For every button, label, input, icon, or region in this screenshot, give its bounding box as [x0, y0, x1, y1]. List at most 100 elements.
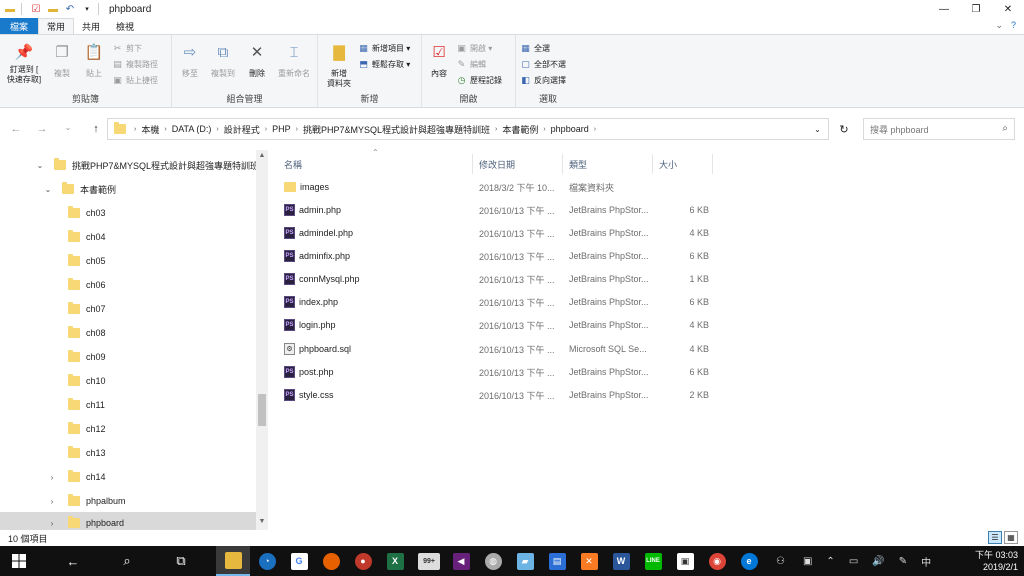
tree-item-ch13[interactable]: ch13 [50, 442, 106, 464]
maximize-button[interactable]: ❐ [960, 0, 992, 18]
tree-item-ch10[interactable]: ch10 [50, 370, 106, 392]
collapse-ribbon-icon[interactable]: ⌄ [995, 20, 1003, 31]
tree-item-ch09[interactable]: ch09 [50, 346, 106, 368]
tab-file[interactable]: 檔案 [0, 18, 39, 34]
tab-home[interactable]: 常用 [38, 18, 75, 34]
breadcrumb-this-pc[interactable]: 本機 [141, 123, 159, 136]
move-to-button[interactable]: ⇨ 移至 [176, 43, 204, 79]
column-divider[interactable] [562, 154, 563, 174]
copy-to-button[interactable]: ⧉ 複製到 [206, 43, 240, 79]
volume-icon[interactable]: 🔊 [872, 556, 884, 567]
scroll-up-icon[interactable]: ▲ [256, 152, 268, 159]
column-divider[interactable] [712, 154, 713, 174]
pin-quick-access-button[interactable]: 📌 釘選到 [ 快速存取] [4, 43, 44, 85]
tree-item-phpboard[interactable]: › phpboard [0, 512, 256, 530]
back-arrow-icon[interactable]: ← [8, 123, 24, 135]
back-arrow-icon[interactable]: ← [56, 546, 90, 576]
network-app-icon[interactable]: ◍ [476, 546, 510, 576]
chrome-icon[interactable]: ◉ [700, 546, 734, 576]
edge-icon[interactable]: e [732, 546, 766, 576]
tree-item-phpalbum[interactable]: › phpalbum [46, 490, 126, 512]
file-row[interactable]: PS login.php 2016/10/13 下午 ... JetBrains… [276, 314, 716, 336]
paste-shortcut-button[interactable]: ▣ 貼上捷徑 [112, 73, 158, 87]
tab-share[interactable]: 共用 [74, 18, 108, 34]
select-none-button[interactable]: ▢ 全部不選 [520, 57, 566, 71]
column-header-type[interactable]: 類型 [569, 154, 587, 174]
forward-arrow-icon[interactable]: → [34, 123, 50, 135]
breadcrumb-drive[interactable]: DATA (D:) [172, 124, 212, 134]
recent-locations-icon[interactable]: ⌄ [60, 123, 76, 132]
column-divider[interactable] [472, 154, 473, 174]
file-row[interactable]: PS style.css 2016/10/13 下午 ... JetBrains… [276, 384, 716, 406]
file-row[interactable]: ⚙ phpboard.sql 2016/10/13 下午 ... Microso… [276, 338, 716, 360]
easy-access-button[interactable]: ⬒ 輕鬆存取 ▾ [358, 57, 410, 71]
paste-button[interactable]: 📋 貼上 [80, 43, 108, 79]
clock[interactable]: 下午 03:03 2019/2/1 [975, 549, 1018, 573]
tree-item-ch04[interactable]: ch04 [50, 226, 106, 248]
file-row[interactable]: PS post.php 2016/10/13 下午 ... JetBrains … [276, 361, 716, 383]
chevron-right-icon[interactable]: › [46, 519, 58, 528]
details-view-icon[interactable]: ☰ [988, 531, 1002, 544]
search-icon[interactable]: ⌕ [110, 546, 144, 576]
chevron-up-icon[interactable]: ⌃ [826, 556, 834, 567]
edit-button[interactable]: ✎ 編輯 [456, 57, 486, 71]
address-dropdown-icon[interactable]: ⌄ [807, 118, 829, 140]
up-arrow-icon[interactable]: ↑ [88, 123, 104, 135]
refresh-icon[interactable]: ↻ [833, 118, 855, 140]
network-icon[interactable]: ▭ [849, 556, 858, 567]
customize-toolbar-icon[interactable]: ▾ [80, 2, 94, 16]
file-explorer-icon[interactable] [216, 546, 250, 576]
breadcrumb-examples[interactable]: 本書範例 [502, 123, 538, 136]
new-folder-quick-icon[interactable]: ▬ [46, 2, 60, 16]
app-icon[interactable]: ◔ [250, 546, 284, 576]
column-header-name[interactable]: 名稱 [284, 154, 302, 174]
tree-item-ch05[interactable]: ch05 [50, 250, 106, 272]
delete-button[interactable]: ✕ 刪除 [244, 43, 270, 79]
paint-icon[interactable]: ● [346, 546, 380, 576]
invert-selection-button[interactable]: ◧ 反向選擇 [520, 73, 566, 87]
xampp-icon[interactable]: ✕ [572, 546, 606, 576]
column-divider[interactable] [652, 154, 653, 174]
copy-button[interactable]: ❐ 複製 [48, 43, 76, 79]
tree-item-ch03[interactable]: ch03 [50, 202, 106, 224]
scroll-down-icon[interactable]: ▼ [256, 518, 268, 525]
firefox-icon[interactable] [314, 546, 348, 576]
cut-button[interactable]: ✂ 剪下 [112, 41, 142, 55]
tray-app-icon[interactable]: ▣ [803, 556, 812, 567]
close-button[interactable]: ✕ [992, 0, 1024, 18]
file-row[interactable]: PS connMysql.php 2016/10/13 下午 ... JetBr… [276, 268, 716, 290]
tree-item-ch08[interactable]: ch08 [50, 322, 106, 344]
visual-studio-icon[interactable]: ◀ [444, 546, 478, 576]
tree-item-ch11[interactable]: ch11 [50, 394, 105, 416]
new-item-button[interactable]: ▦ 新增項目 ▾ [358, 41, 410, 55]
search-input[interactable]: 搜尋 phpboard ⌕ [863, 118, 1015, 140]
tree-item-ch06[interactable]: ch06 [50, 274, 106, 296]
address-bar[interactable]: › 本機 › DATA (D:) › 設計程式 › PHP › 挑戰PHP7&M… [107, 118, 829, 140]
google-icon[interactable]: G [282, 546, 316, 576]
chevron-right-icon[interactable]: › [46, 497, 58, 506]
copy-path-button[interactable]: ▤ 複製路徑 [112, 57, 158, 71]
tree-item-ch12[interactable]: ch12 [50, 418, 106, 440]
tab-view[interactable]: 檢視 [108, 18, 142, 34]
file-row[interactable]: PS admindel.php 2016/10/13 下午 ... JetBra… [276, 222, 716, 244]
tree-item-ch07[interactable]: ch07 [50, 298, 106, 320]
properties-quick-icon[interactable]: ☑ [29, 2, 43, 16]
breadcrumb-php[interactable]: PHP [272, 124, 291, 134]
properties-button[interactable]: ☑ 內容 [426, 43, 452, 79]
navigation-scrollbar[interactable]: ▲ ▼ [256, 150, 268, 530]
file-row[interactable]: PS admin.php 2016/10/13 下午 ... JetBrains… [276, 199, 716, 221]
task-view-icon[interactable]: ⧉ [164, 546, 198, 576]
tree-item-book[interactable]: ⌄ 挑戰PHP7&MYSQL程式設計與超強專題特訓班 [34, 154, 259, 176]
people-icon[interactable]: ⚇ [776, 556, 785, 567]
ime-indicator[interactable]: 中 [921, 554, 931, 569]
minimize-button[interactable]: — [928, 0, 960, 18]
scrollbar-thumb[interactable] [258, 394, 266, 426]
file-row[interactable]: PS adminfix.php 2016/10/13 下午 ... JetBra… [276, 245, 716, 267]
app-icon[interactable]: ▣ [668, 546, 702, 576]
history-button[interactable]: ◷ 歷程記錄 [456, 73, 502, 87]
line-icon[interactable]: LINE [636, 546, 670, 576]
breadcrumb-design[interactable]: 設計程式 [224, 123, 260, 136]
chevron-down-icon[interactable]: ⌄ [34, 161, 46, 170]
open-button[interactable]: ▣ 開啟 ▾ [456, 41, 492, 55]
column-header-size[interactable]: 大小 [659, 154, 677, 174]
